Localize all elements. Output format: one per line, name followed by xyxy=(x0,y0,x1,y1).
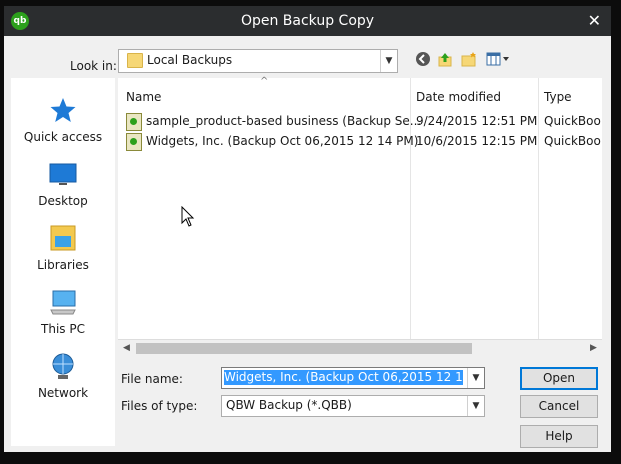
look-in-value: Local Backups xyxy=(147,53,233,67)
help-button[interactable]: Help xyxy=(520,425,598,448)
places-bar: Quick access Desktop Libraries This PC N… xyxy=(11,78,115,446)
open-button[interactable]: Open xyxy=(520,367,598,390)
place-label: Desktop xyxy=(38,194,88,208)
place-libraries[interactable]: Libraries xyxy=(11,224,115,284)
mouse-cursor-icon xyxy=(181,206,195,227)
quickbooks-backup-file-icon xyxy=(126,133,142,151)
chevron-down-icon[interactable]: ▼ xyxy=(467,396,484,416)
column-header-name[interactable]: Name xyxy=(126,90,161,104)
place-label: Network xyxy=(37,386,89,400)
view-menu-icon[interactable] xyxy=(485,51,511,69)
place-label: Libraries xyxy=(37,258,89,272)
file-type: QuickBoo xyxy=(544,134,601,148)
title-bar[interactable]: qb Open Backup Copy ✕ xyxy=(4,6,611,36)
column-header-date-modified[interactable]: Date modified xyxy=(416,90,501,104)
chevron-down-icon[interactable]: ▼ xyxy=(467,368,484,388)
file-name: Widgets, Inc. (Backup Oct 06,2015 12 14 … xyxy=(146,134,419,148)
files-of-type-value: QBW Backup (*.QBB) xyxy=(226,398,352,412)
files-of-type-select[interactable]: QBW Backup (*.QBB) ▼ xyxy=(221,395,485,417)
files-of-type-label: Files of type: xyxy=(121,399,198,413)
folder-icon xyxy=(127,53,143,68)
back-icon[interactable] xyxy=(414,51,432,69)
scroll-left-icon[interactable]: ◀ xyxy=(118,340,135,357)
new-folder-icon[interactable] xyxy=(460,51,478,69)
place-network[interactable]: Network xyxy=(11,352,115,412)
file-row[interactable]: sample_product-based business (Backup Se… xyxy=(122,112,602,132)
file-name-input[interactable]: Widgets, Inc. (Backup Oct 06,2015 12 14 … xyxy=(221,367,485,389)
sort-ascending-icon: ^ xyxy=(260,76,269,87)
file-name-label: File name: xyxy=(121,372,183,386)
dialog-title: Open Backup Copy xyxy=(240,13,375,29)
dialog-body: Look in: Local Backups ▼ Quick access De… xyxy=(4,36,611,452)
file-row[interactable]: Widgets, Inc. (Backup Oct 06,2015 12 14 … xyxy=(122,132,602,152)
place-quick-access[interactable]: Quick access xyxy=(11,96,115,156)
file-type: QuickBoo xyxy=(544,114,601,128)
scrollbar-thumb[interactable] xyxy=(136,343,472,354)
file-name-selected-text: Widgets, Inc. (Backup Oct 06,2015 12 14 … xyxy=(224,370,463,385)
look-in-combobox[interactable]: Local Backups ▼ xyxy=(118,49,398,73)
desktop-icon xyxy=(49,160,77,188)
file-date: 9/24/2015 12:51 PM xyxy=(416,114,538,128)
column-header-type[interactable]: Type xyxy=(544,90,572,104)
this-pc-icon xyxy=(49,288,77,316)
place-label: Quick access xyxy=(23,130,103,144)
up-folder-icon[interactable] xyxy=(436,51,454,69)
close-icon[interactable]: ✕ xyxy=(588,11,601,30)
network-icon xyxy=(49,352,77,380)
place-desktop[interactable]: Desktop xyxy=(11,160,115,220)
cancel-button[interactable]: Cancel xyxy=(520,395,598,418)
scroll-right-icon[interactable]: ▶ xyxy=(585,340,602,357)
horizontal-scrollbar[interactable]: ◀ ▶ xyxy=(118,339,602,357)
file-name: sample_product-based business (Backup Se… xyxy=(146,114,422,128)
libraries-icon xyxy=(49,224,77,252)
chevron-down-icon[interactable]: ▼ xyxy=(380,50,397,72)
open-backup-dialog: qb Open Backup Copy ✕ Look in: Local Bac… xyxy=(4,6,611,452)
place-this-pc[interactable]: This PC xyxy=(11,288,115,348)
quickbooks-backup-file-icon xyxy=(126,113,142,131)
look-in-label: Look in: xyxy=(70,59,117,73)
place-label: This PC xyxy=(41,322,85,336)
file-date: 10/6/2015 12:15 PM xyxy=(416,134,538,148)
quick-access-star-icon xyxy=(49,96,77,124)
